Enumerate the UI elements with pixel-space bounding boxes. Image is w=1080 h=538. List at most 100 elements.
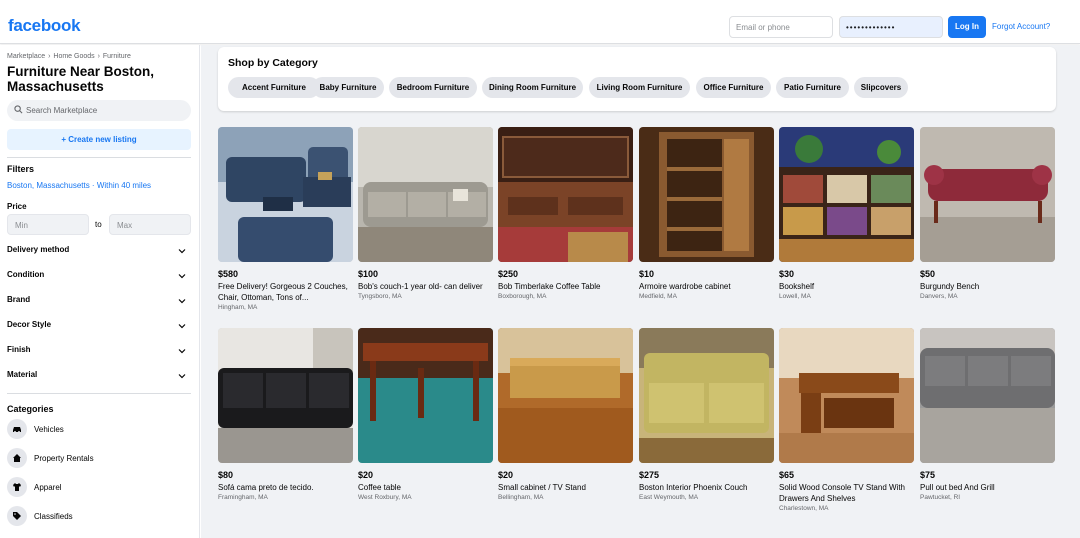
email-field[interactable]: Email or phone (729, 16, 833, 38)
listing-location: Framingham, MA (218, 494, 268, 501)
listing-title: Small cabinet / TV Stand (498, 483, 586, 492)
login-button[interactable]: Log In (948, 16, 986, 38)
filter-material[interactable]: Material (7, 370, 191, 384)
listing-location: Charlestown, MA (779, 505, 829, 512)
password-field[interactable]: ••••••••••••• (839, 16, 943, 38)
listing-location: Hingham, MA (218, 304, 258, 311)
chevron-down-icon (178, 249, 186, 254)
page-title: Furniture Near Boston, Massachusetts (7, 64, 155, 94)
search-input[interactable]: Search Marketplace (7, 100, 191, 121)
listing-title: Bob's couch-1 year old- can deliver (358, 282, 483, 291)
create-listing-button[interactable]: + Create new listing (7, 129, 191, 150)
listing-card[interactable]: $65 Solid Wood Console TV Stand With Dra… (779, 328, 914, 512)
chip-accent-furniture[interactable]: Accent Furniture (228, 77, 320, 98)
listing-photo[interactable] (218, 127, 353, 262)
listing-location: Tyngsboro, MA (358, 293, 402, 300)
min-price-input[interactable]: Min (7, 214, 89, 235)
filter-finish[interactable]: Finish (7, 345, 191, 359)
listing-price: $580 (218, 269, 239, 279)
listing-photo[interactable] (920, 328, 1055, 463)
listing-card[interactable]: $30 Bookshelf Lowell, MA (779, 127, 914, 300)
shirt-icon (7, 477, 27, 497)
max-price-input[interactable]: Max (109, 214, 191, 235)
category-classifieds[interactable]: Classifieds (7, 506, 191, 526)
search-placeholder: Search Marketplace (26, 106, 98, 115)
chevron-down-icon (178, 374, 186, 379)
listing-photo[interactable] (639, 328, 774, 463)
listing-title: Bookshelf (779, 282, 815, 291)
location-filter-link[interactable]: Boston, Massachusetts · Within 40 miles (7, 181, 151, 190)
search-icon (14, 105, 23, 114)
facebook-logo[interactable]: facebook (8, 16, 81, 36)
breadcrumb-home-goods[interactable]: Home Goods (53, 53, 94, 60)
listing-photo[interactable] (358, 127, 493, 262)
house-icon (7, 448, 27, 468)
tag-icon (7, 506, 27, 526)
listing-title: Sofá cama preto de tecido. (218, 483, 314, 492)
chip-baby-furniture[interactable]: Baby Furniture (312, 77, 384, 98)
category-property-rentals[interactable]: Property Rentals (7, 448, 191, 468)
category-label: Property Rentals (34, 454, 94, 463)
forgot-account-link[interactable]: Forgot Account? (992, 22, 1050, 31)
listing-photo[interactable] (358, 328, 493, 463)
listing-photo[interactable] (218, 328, 353, 463)
chip-patio-furniture[interactable]: Patio Furniture (776, 77, 849, 98)
category-label: Classifieds (34, 512, 73, 521)
listing-price: $275 (639, 470, 660, 480)
listing-card[interactable]: $75 Pull out bed And Grill Pawtucket, RI (920, 328, 1055, 501)
listing-price: $75 (920, 470, 936, 480)
listing-price: $250 (498, 269, 519, 279)
filters-heading: Filters (7, 164, 35, 174)
filter-label: Brand (7, 295, 31, 304)
listing-card[interactable]: $80 Sofá cama preto de tecido. Framingha… (218, 328, 353, 501)
filter-label: Decor Style (7, 320, 52, 329)
listing-card[interactable]: $250 Bob Timberlake Coffee Table Boxboro… (498, 127, 633, 300)
listing-title: Free Delivery! Gorgeous 2 Couches, Chair… (218, 282, 348, 302)
listing-card[interactable]: $20 Small cabinet / TV Stand Bellingham,… (498, 328, 633, 501)
chip-bedroom-furniture[interactable]: Bedroom Furniture (389, 77, 477, 98)
listing-location: Boxborough, MA (498, 293, 547, 300)
category-label: Apparel (34, 483, 62, 492)
listing-price: $20 (358, 470, 374, 480)
breadcrumb: Marketplace › Home Goods › Furniture (7, 53, 132, 60)
breadcrumb-furniture[interactable]: Furniture (103, 53, 131, 60)
listing-card[interactable]: $10 Armoire wardrobe cabinet Medfield, M… (639, 127, 774, 300)
listing-title: Solid Wood Console TV Stand With Drawers… (779, 483, 905, 503)
chip-dining-room-furniture[interactable]: Dining Room Furniture (482, 77, 583, 98)
listing-card[interactable]: $20 Coffee table West Roxbury, MA (358, 328, 493, 501)
listing-price: $50 (920, 269, 936, 279)
chip-living-room-furniture[interactable]: Living Room Furniture (589, 77, 690, 98)
listing-photo[interactable] (498, 127, 633, 262)
breadcrumb-marketplace[interactable]: Marketplace (7, 53, 45, 60)
listing-photo[interactable] (779, 328, 914, 463)
filter-label: Finish (7, 345, 31, 354)
category-vehicles[interactable]: Vehicles (7, 419, 191, 439)
listing-location: West Roxbury, MA (358, 494, 412, 501)
listing-photo[interactable] (920, 127, 1055, 262)
listing-price: $65 (779, 470, 795, 480)
listing-photo[interactable] (779, 127, 914, 262)
filter-decor-style[interactable]: Decor Style (7, 320, 191, 334)
listing-title: Bob Timberlake Coffee Table (498, 282, 601, 291)
listing-card[interactable]: $50 Burgundy Bench Danvers, MA (920, 127, 1055, 300)
listing-photo[interactable] (498, 328, 633, 463)
filter-brand[interactable]: Brand (7, 295, 191, 309)
chip-slipcovers[interactable]: Slipcovers (854, 77, 908, 98)
divider (7, 157, 191, 158)
listing-price: $20 (498, 470, 514, 480)
chip-office-furniture[interactable]: Office Furniture (696, 77, 771, 98)
category-apparel[interactable]: Apparel (7, 477, 191, 497)
listing-card[interactable]: $580 Free Delivery! Gorgeous 2 Couches, … (218, 127, 353, 311)
filter-label: Material (7, 370, 38, 379)
listing-photo[interactable] (639, 127, 774, 262)
listing-price: $10 (639, 269, 655, 279)
listing-price: $30 (779, 269, 795, 279)
listing-card[interactable]: $275 Boston Interior Phoenix Couch East … (639, 328, 774, 501)
listing-card[interactable]: $100 Bob's couch-1 year old- can deliver… (358, 127, 493, 300)
listing-location: Lowell, MA (779, 293, 811, 300)
filter-condition[interactable]: Condition (7, 270, 191, 284)
chevron-down-icon (178, 299, 186, 304)
filter-label: Condition (7, 270, 45, 279)
filter-delivery-method[interactable]: Delivery method (7, 245, 191, 259)
price-heading: Price (7, 202, 27, 211)
